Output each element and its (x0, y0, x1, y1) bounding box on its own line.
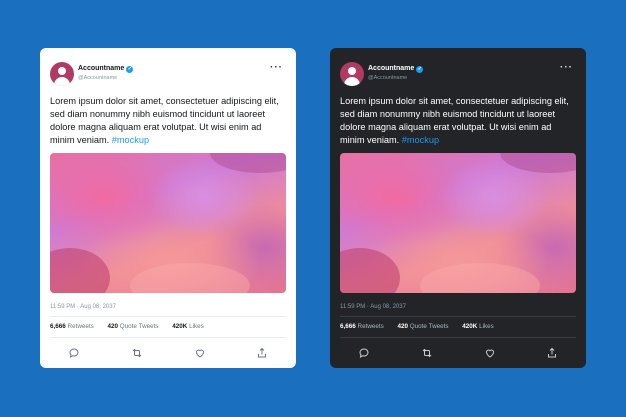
hashtag-link[interactable]: #mockup (402, 135, 439, 145)
tweet-card-dark: Accountname ✓ @Accountname ··· Lorem ipsu… (330, 48, 586, 368)
verified-icon: ✓ (416, 66, 424, 73)
quotes-stat[interactable]: 420 Quote Tweets (398, 323, 449, 330)
tweet-actions (354, 347, 570, 359)
tweet-header: Accountname ✓ @Accountname ··· (50, 62, 286, 86)
reply-icon[interactable] (68, 347, 80, 359)
tweet-stats: 6,666 Retweets 420 Quote Tweets 420K Lik… (340, 323, 506, 330)
tweet-text: Lorem ipsum dolor sit amet, consectetuer… (340, 96, 569, 145)
account-handle[interactable]: @Accountname (78, 75, 117, 81)
account-name[interactable]: Accountname ✓ (368, 65, 424, 73)
divider (340, 316, 576, 317)
retweet-icon[interactable] (421, 347, 433, 359)
tweet-stats: 6,666 Retweets 420 Quote Tweets 420K Lik… (50, 323, 216, 330)
likes-stat[interactable]: 420K Likes (172, 323, 204, 330)
like-icon[interactable] (194, 347, 206, 359)
divider (340, 337, 576, 338)
verified-icon: ✓ (126, 66, 134, 73)
tweet-actions (64, 347, 280, 359)
tweet-timestamp[interactable]: 11:59 PM · Aug 08, 2037 (50, 304, 116, 310)
tweet-text: Lorem ipsum dolor sit amet, consectetuer… (50, 96, 279, 145)
divider (50, 337, 286, 338)
retweet-icon[interactable] (131, 347, 143, 359)
hashtag-link[interactable]: #mockup (112, 135, 149, 145)
tweet-image[interactable] (340, 153, 576, 293)
likes-stat[interactable]: 420K Likes (462, 323, 494, 330)
avatar[interactable] (340, 62, 364, 86)
account-name[interactable]: Accountname ✓ (78, 65, 134, 73)
share-icon[interactable] (546, 347, 558, 359)
reply-icon[interactable] (358, 347, 370, 359)
tweet-header: Accountname ✓ @Accountname ··· (340, 62, 576, 86)
tweet-image[interactable] (50, 153, 286, 293)
like-icon[interactable] (484, 347, 496, 359)
more-icon[interactable]: ··· (270, 63, 283, 73)
retweets-stat[interactable]: 6,666 Retweets (340, 323, 384, 330)
share-icon[interactable] (256, 347, 268, 359)
more-icon[interactable]: ··· (560, 63, 573, 73)
tweet-card-light: Accountname ✓ @Accountname ··· Lorem ipsu… (40, 48, 296, 368)
account-handle[interactable]: @Accountname (368, 75, 407, 81)
retweets-stat[interactable]: 6,666 Retweets (50, 323, 94, 330)
divider (50, 316, 286, 317)
quotes-stat[interactable]: 420 Quote Tweets (108, 323, 159, 330)
tweet-timestamp[interactable]: 11:59 PM · Aug 08, 2037 (340, 304, 406, 310)
avatar[interactable] (50, 62, 74, 86)
